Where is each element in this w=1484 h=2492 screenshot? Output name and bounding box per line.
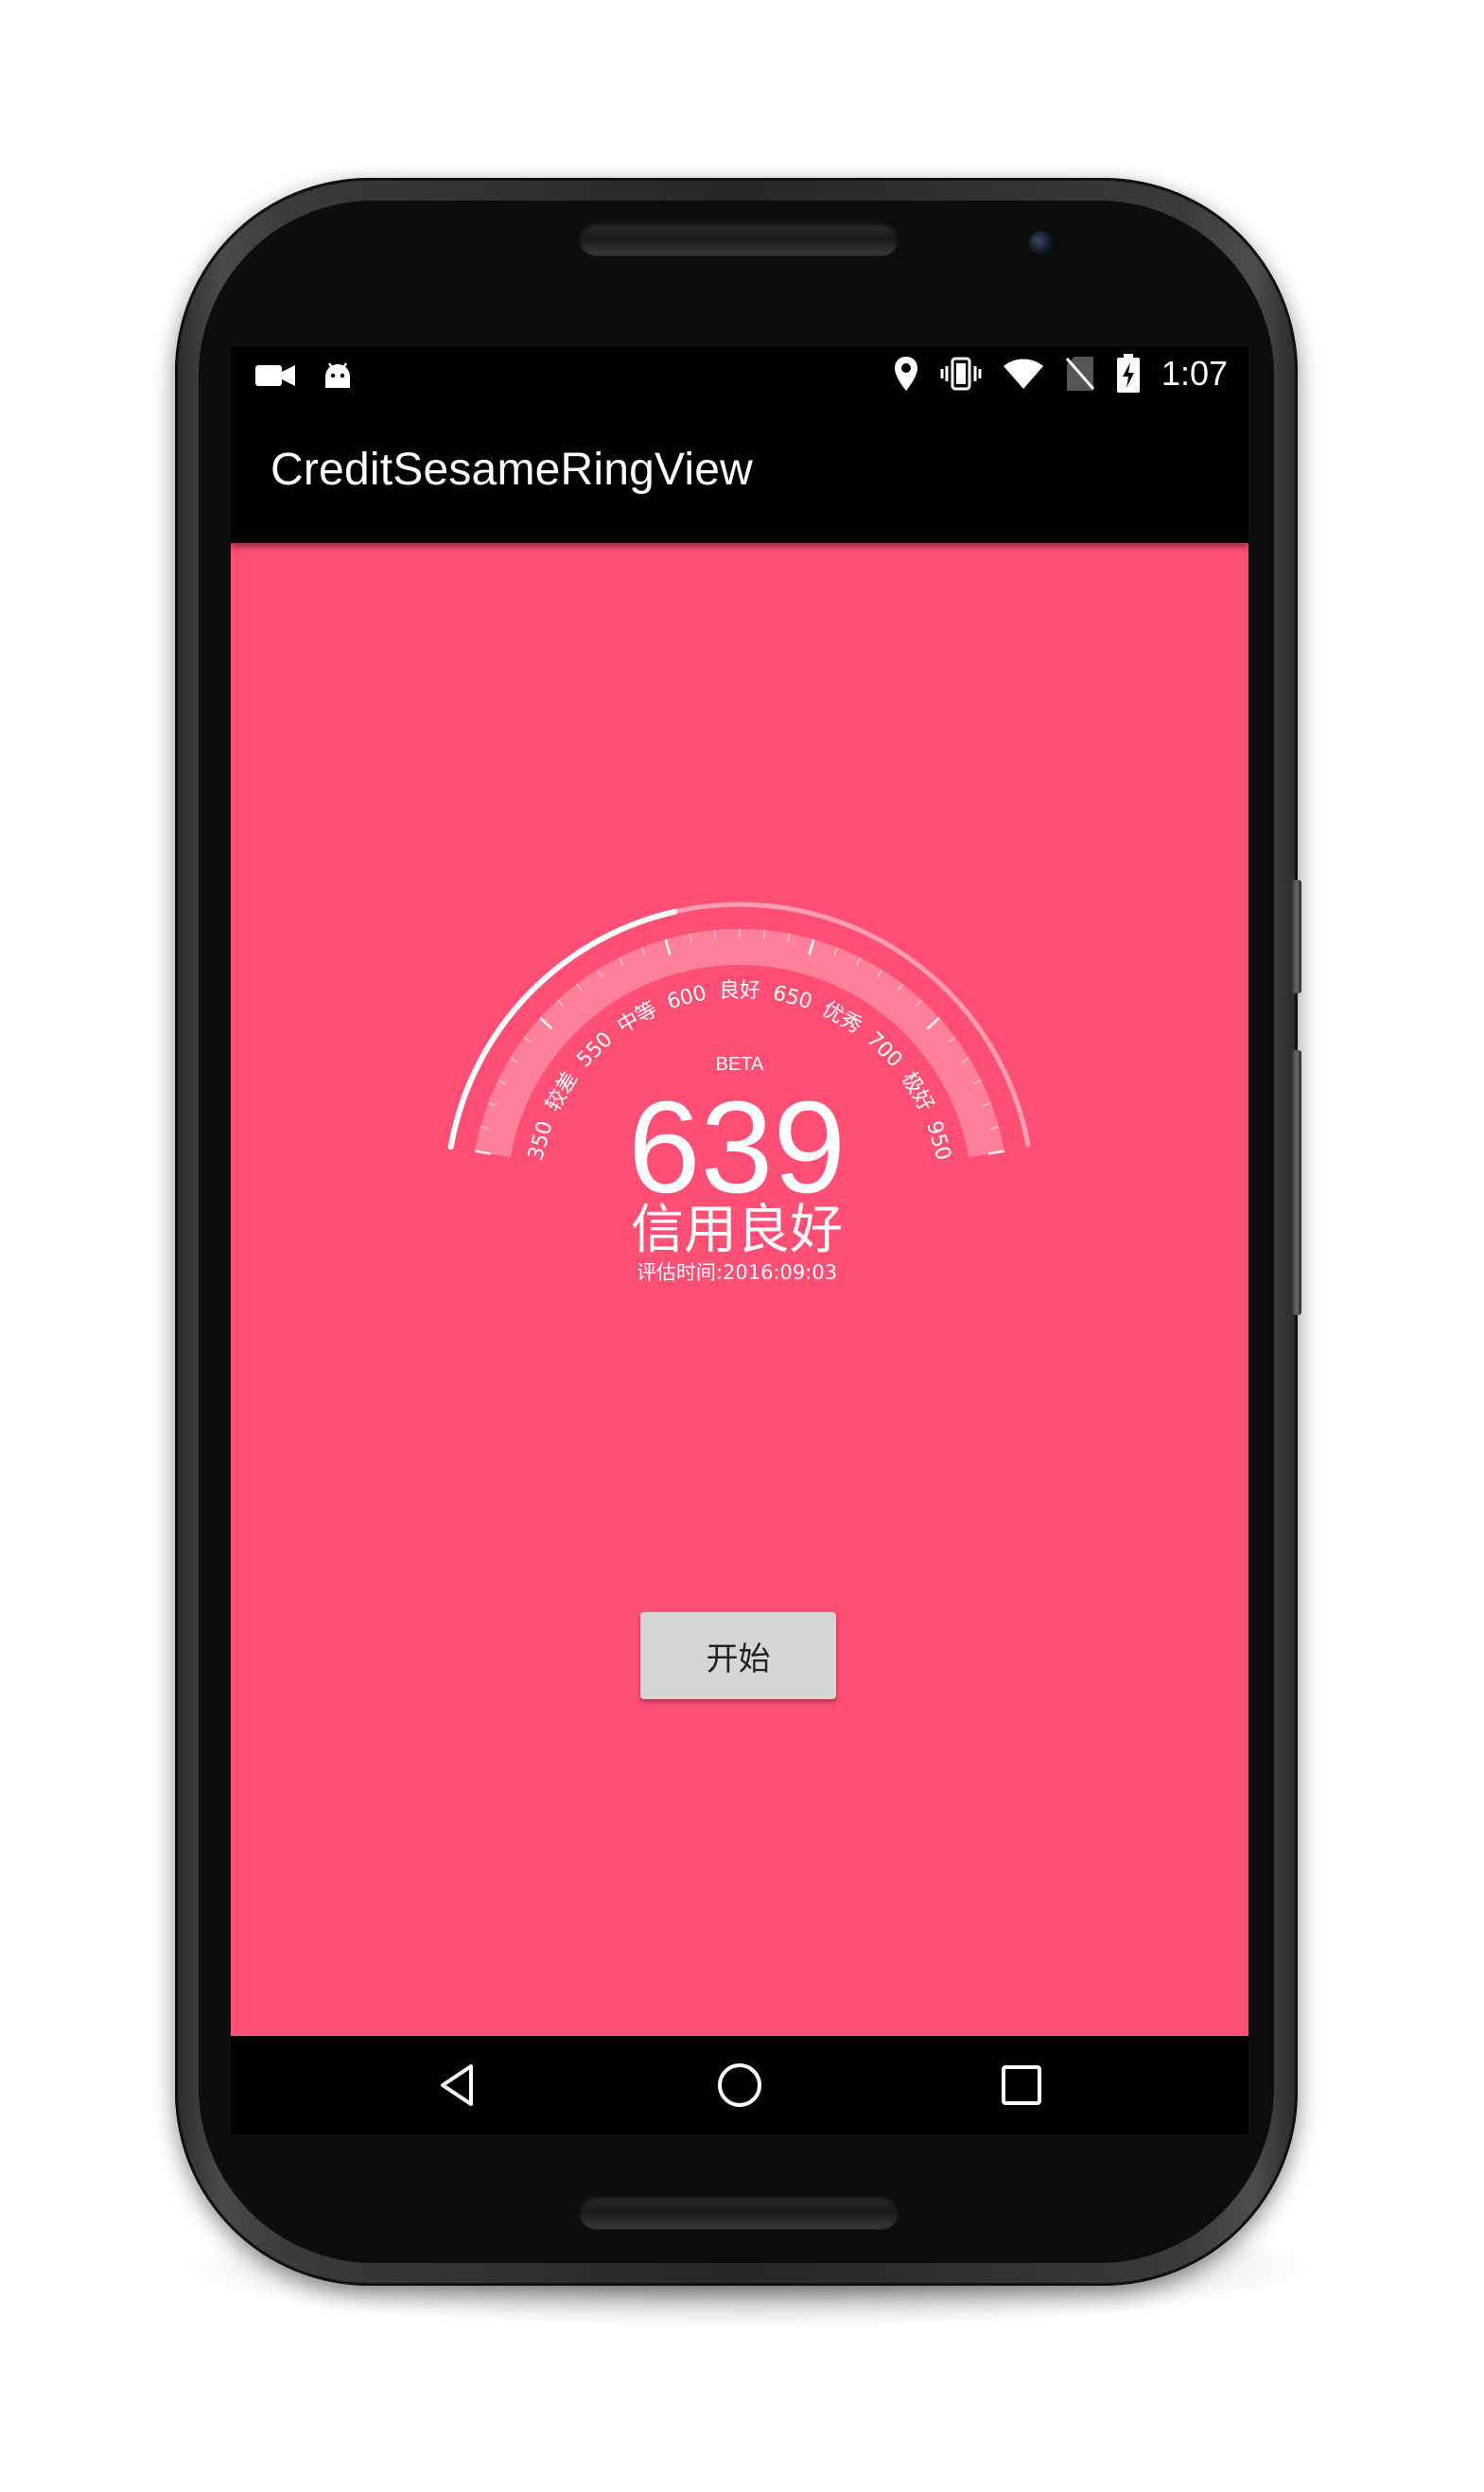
- credit-rating: 信用良好: [631, 1200, 843, 1261]
- scale-label: 600: [665, 981, 709, 1014]
- app-bar: CreditSesameRingView: [231, 401, 1248, 543]
- back-icon[interactable]: [428, 2055, 488, 2115]
- power-button: [1292, 880, 1301, 993]
- credit-score: 639: [628, 1075, 846, 1220]
- scale-label: 中等: [614, 997, 662, 1038]
- vibrate-icon: [940, 357, 982, 391]
- scale-label: 极好: [897, 1068, 938, 1116]
- bottom-speaker: [579, 2195, 899, 2229]
- status-time: 1:07: [1161, 354, 1228, 393]
- content-area: 350 较差 550 中等 600 良好 650 优秀 700 极好 950 BETA 639 信用…: [231, 543, 1248, 2036]
- scale-label: 650: [770, 981, 814, 1014]
- top-speaker: [579, 221, 899, 255]
- status-bar: 1:07: [231, 346, 1248, 401]
- screen: 1:07 CreditSesameRingView 350 较差 550 中等 600 良…: [231, 346, 1248, 2134]
- scale-tick: [762, 930, 766, 939]
- scale-label: 550: [572, 1027, 617, 1072]
- wifi-icon: [1003, 359, 1043, 389]
- beta-label: BETA: [716, 1054, 764, 1075]
- scale-label: 700: [862, 1027, 906, 1072]
- start-button[interactable]: 开始: [640, 1612, 836, 1699]
- scale-tick: [713, 930, 717, 939]
- no-sim-icon: [1065, 357, 1095, 391]
- battery-charging-icon: [1116, 354, 1140, 393]
- scale-label: 950: [921, 1118, 955, 1163]
- front-camera: [1029, 231, 1054, 255]
- android-icon: [325, 362, 350, 388]
- scale-label: 350: [524, 1118, 558, 1163]
- app-title: CreditSesameRingView: [271, 445, 754, 495]
- home-icon[interactable]: [709, 2055, 770, 2115]
- location-pin-icon: [894, 357, 917, 391]
- scale-label: 较差: [541, 1068, 583, 1116]
- video-camera-icon: [255, 365, 295, 386]
- credit-ring-gauge: 350较差550中等 600 良好 650 优秀700极好950 BETA 639 信用…: [447, 902, 1031, 1284]
- scale-label: 优秀: [818, 997, 866, 1038]
- device-mockup: 1:07 CreditSesameRingView 350 较差 550 中等 600 良…: [0, 0, 1484, 2492]
- volume-button: [1292, 1050, 1301, 1315]
- evaluation-time: 评估时间:2016:09:03: [637, 1261, 837, 1284]
- navigation-bar: [231, 2036, 1248, 2134]
- scale-label: 良好: [719, 979, 760, 1003]
- recents-icon[interactable]: [991, 2055, 1052, 2115]
